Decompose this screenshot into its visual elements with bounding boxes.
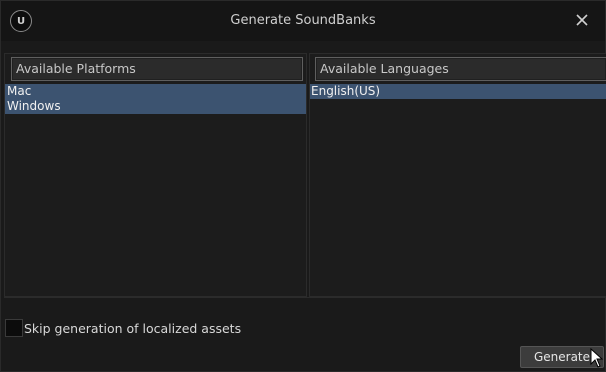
title-bar[interactable]: U Generate SoundBanks <box>1 1 605 41</box>
generate-soundbanks-dialog: U Generate SoundBanks Available Platform… <box>0 0 606 372</box>
platforms-panel: Available Platforms Mac Windows <box>4 53 307 297</box>
window-title: Generate SoundBanks <box>230 13 376 28</box>
platform-item-windows[interactable]: Windows <box>5 99 306 114</box>
skip-localized-label: Skip generation of localized assets <box>24 321 242 336</box>
language-item-english-us[interactable]: English(US) <box>310 84 606 99</box>
platforms-header: Available Platforms <box>11 57 303 81</box>
mouse-cursor-icon <box>590 348 604 368</box>
options-footer: Skip generation of localized assets Gene… <box>4 297 605 370</box>
platform-item-mac[interactable]: Mac <box>5 84 306 99</box>
languages-list: English(US) <box>310 84 606 99</box>
close-icon[interactable] <box>573 11 591 29</box>
languages-header: Available Languages <box>315 57 606 81</box>
languages-panel: Available Languages English(US) <box>309 53 606 297</box>
platforms-list: Mac Windows <box>5 84 306 114</box>
skip-localized-checkbox[interactable] <box>5 319 23 337</box>
